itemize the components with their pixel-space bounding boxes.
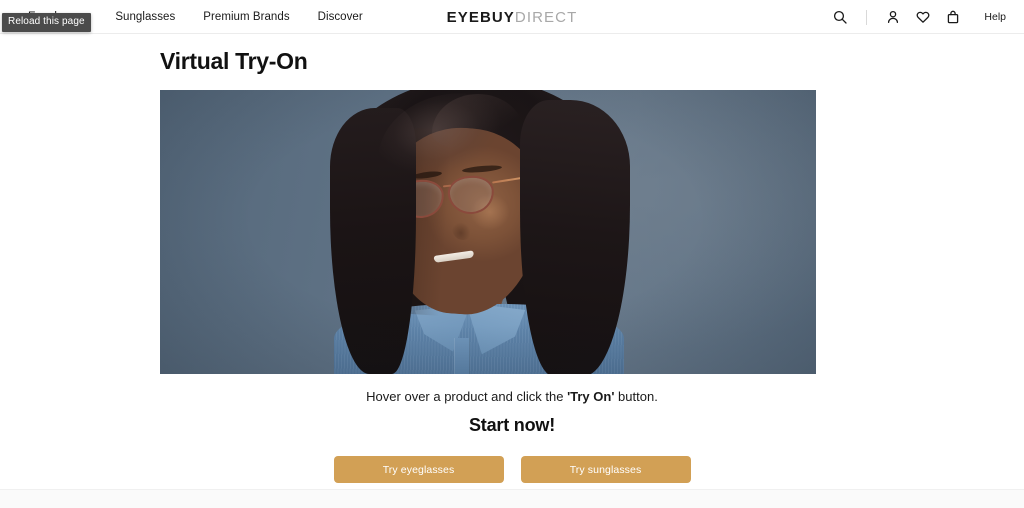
caption-try-on-emphasis: 'Try On' xyxy=(567,389,615,404)
nav-discover[interactable]: Discover xyxy=(304,0,377,34)
virtual-tryon-hero-image xyxy=(160,90,816,374)
page-title: Virtual Try-On xyxy=(160,48,308,74)
caption-text-after: button. xyxy=(614,389,658,404)
help-link[interactable]: Help xyxy=(984,11,1006,23)
account-icon[interactable] xyxy=(878,0,908,34)
shopping-bag-icon[interactable] xyxy=(938,0,968,34)
header-utility-nav: Help xyxy=(825,0,1024,34)
page-bottom-band xyxy=(0,489,1024,508)
caption-text-before: Hover over a product and click the xyxy=(366,389,568,404)
try-eyeglasses-button[interactable]: Try eyeglasses xyxy=(333,456,504,483)
site-logo[interactable]: EYEBUYDIRECT xyxy=(447,9,578,26)
start-now-heading: Start now! xyxy=(469,415,555,435)
try-sunglasses-button[interactable]: Try sunglasses xyxy=(520,456,691,483)
reload-page-tooltip: Reload this page xyxy=(2,13,91,32)
site-header: Eyeglasses Sunglasses Premium Brands Dis… xyxy=(0,0,1024,34)
wishlist-heart-icon[interactable] xyxy=(908,0,938,34)
nav-premium-brands[interactable]: Premium Brands xyxy=(189,0,303,34)
hero-vignette xyxy=(160,90,816,374)
search-icon[interactable] xyxy=(825,0,855,34)
cta-button-row: Try eyeglasses Try sunglasses xyxy=(0,456,1024,483)
main-content: Virtual Try-On Hover over a product and … xyxy=(0,34,1024,489)
header-divider xyxy=(866,9,868,25)
logo-eyebuy: EYEBUY xyxy=(446,9,515,26)
instruction-caption: Hover over a product and click the 'Try … xyxy=(0,389,1024,405)
logo-direct: DIRECT xyxy=(514,9,578,26)
nav-sunglasses[interactable]: Sunglasses xyxy=(101,0,189,34)
